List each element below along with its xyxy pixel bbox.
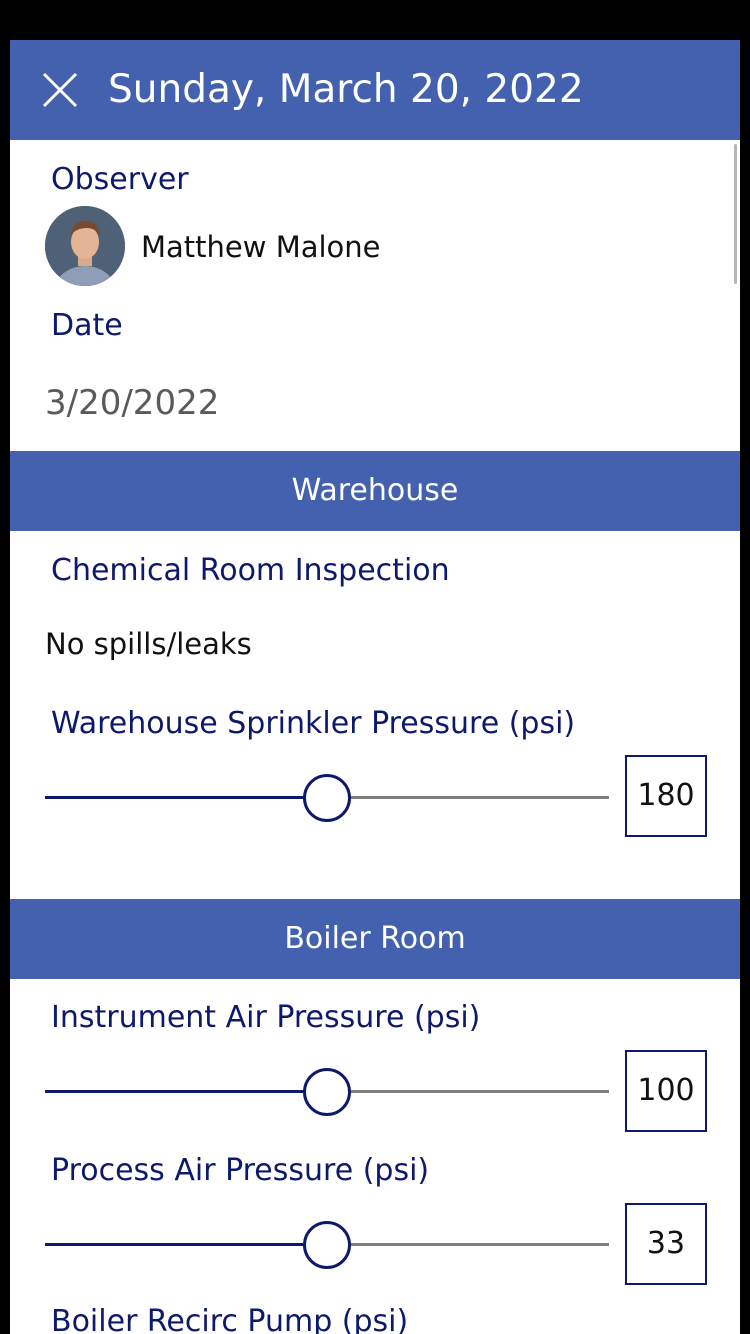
sprinkler-pressure-slider[interactable] [45,772,609,822]
scrollbar[interactable] [734,144,737,284]
close-button[interactable] [32,62,88,118]
sprinkler-pressure-input[interactable]: 180 [625,755,707,837]
date-input[interactable]: 3/20/2022 [45,380,445,426]
instrument-air-label: Instrument Air Pressure (psi) [51,1000,481,1035]
process-air-input[interactable]: 33 [625,1203,707,1285]
observer-name: Matthew Malone [141,230,381,264]
chemical-room-label: Chemical Room Inspection [51,553,450,588]
section-header-boiler-room: Boiler Room [10,899,740,979]
close-icon [42,72,78,108]
header-bar: Sunday, March 20, 2022 [10,40,740,140]
instrument-air-slider[interactable] [45,1066,609,1116]
process-air-slider[interactable] [45,1219,609,1269]
slider-thumb[interactable] [303,1221,351,1269]
slider-fill [45,1090,327,1093]
slider-fill [45,796,327,799]
slider-thumb[interactable] [303,774,351,822]
slider-thumb[interactable] [303,1068,351,1116]
instrument-air-input[interactable]: 100 [625,1050,707,1132]
slider-fill [45,1243,327,1246]
sprinkler-pressure-label: Warehouse Sprinkler Pressure (psi) [51,706,576,741]
avatar [45,206,125,286]
chemical-room-value: No spills/leaks [45,627,252,661]
page-title: Sunday, March 20, 2022 [108,67,584,112]
process-air-label: Process Air Pressure (psi) [51,1153,430,1188]
date-label: Date [51,308,123,343]
section-header-warehouse: Warehouse [10,451,740,531]
boiler-recirc-pump-label: Boiler Recirc Pump (psi) [51,1304,409,1334]
inspection-form-screen: Sunday, March 20, 2022 Observer Matthew … [10,40,740,1334]
observer-label: Observer [51,162,189,197]
